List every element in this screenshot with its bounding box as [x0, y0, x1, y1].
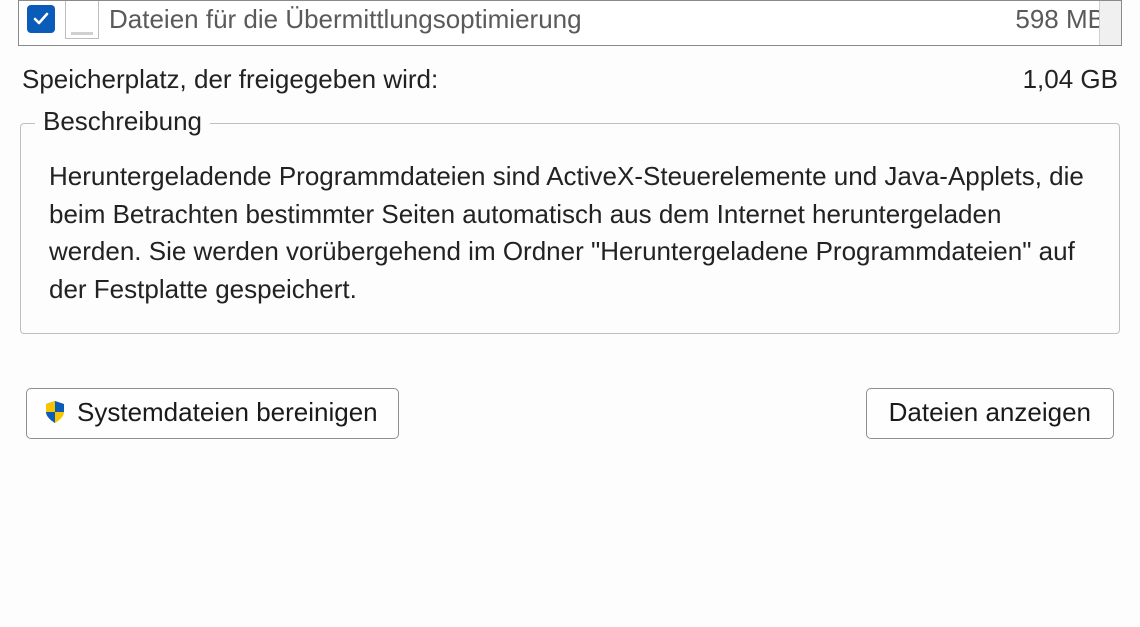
- clean-system-files-label: Systemdateien bereinigen: [77, 397, 378, 428]
- file-list-row[interactable]: Dateien für die Übermittlungsoptimierung…: [19, 0, 1121, 45]
- freed-space-value: 1,04 GB: [1023, 64, 1118, 95]
- clean-system-files-button[interactable]: Systemdateien bereinigen: [26, 388, 399, 439]
- description-groupbox: Beschreibung Heruntergeladende Programmd…: [20, 123, 1120, 334]
- button-row: Systemdateien bereinigen Dateien anzeige…: [18, 388, 1122, 439]
- description-text: Heruntergeladende Programmdateien sind A…: [49, 158, 1093, 309]
- file-row-name: Dateien für die Übermittlungsoptimierung: [109, 4, 1005, 35]
- description-title: Beschreibung: [35, 106, 210, 137]
- check-icon: [32, 10, 50, 28]
- uac-shield-icon: [41, 398, 69, 426]
- freed-space-summary: Speicherplatz, der freigegeben wird: 1,0…: [22, 64, 1118, 95]
- freed-space-label: Speicherplatz, der freigegeben wird:: [22, 64, 1023, 95]
- file-list: Dateien für die Übermittlungsoptimierung…: [18, 0, 1122, 46]
- file-list-scrollbar[interactable]: [1099, 1, 1121, 45]
- file-type-icon: [65, 0, 99, 39]
- disk-cleanup-panel: Dateien für die Übermittlungsoptimierung…: [0, 0, 1140, 457]
- file-row-checkbox[interactable]: [27, 5, 55, 33]
- view-files-button[interactable]: Dateien anzeigen: [866, 388, 1114, 439]
- view-files-label: Dateien anzeigen: [889, 397, 1091, 428]
